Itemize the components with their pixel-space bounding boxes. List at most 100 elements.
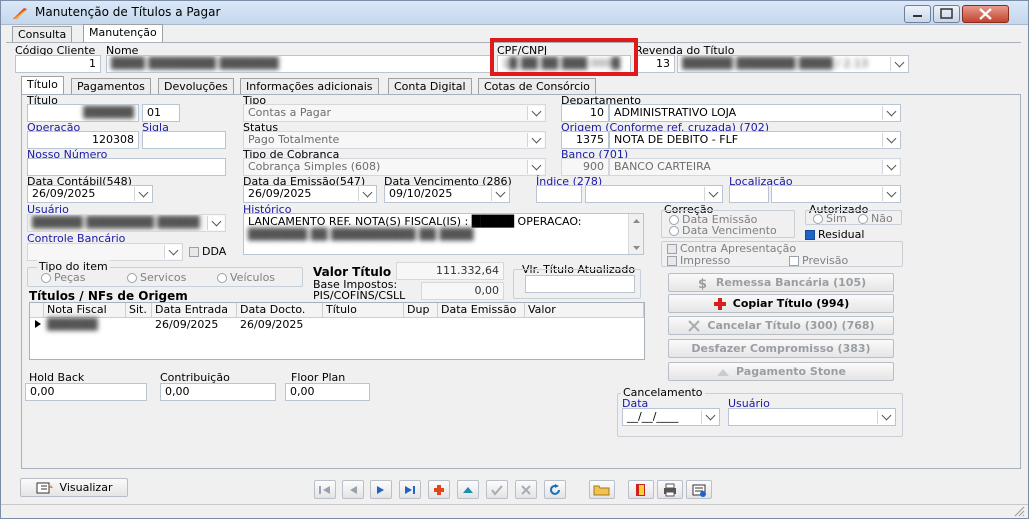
previsao-checkbox[interactable]: Previsão (789, 254, 848, 267)
tab-titulo[interactable]: Título (21, 76, 64, 95)
col-nota-fiscal[interactable]: Nota Fiscal (44, 303, 126, 318)
report-button[interactable] (686, 480, 712, 499)
codigo-cliente-field[interactable]: 1 (15, 55, 101, 73)
cancelamento-data-field[interactable]: __/__/____ (622, 408, 720, 426)
nome-field[interactable]: ████ ████████ ███████ (106, 55, 491, 73)
tipo-cobranca-select[interactable]: Cobrança Simples (608) (243, 158, 546, 176)
titulo-seq-field[interactable]: 01 (142, 104, 180, 122)
tab-informacoes-adicionais[interactable]: Informações adicionais (240, 78, 379, 95)
refresh-button[interactable] (544, 480, 566, 499)
col-titulo[interactable]: Título (323, 303, 404, 318)
cancelamento-usuario-select[interactable] (728, 408, 896, 426)
localizacao-select[interactable] (771, 185, 901, 203)
app-icon (13, 8, 27, 20)
tab-cotas-consorcio[interactable]: Cotas de Consórcio (478, 78, 596, 95)
exit-button[interactable] (628, 480, 654, 499)
origem-select[interactable]: NOTA DE DEBITO - FLF (609, 131, 901, 149)
post-record-button[interactable] (486, 480, 508, 499)
autorizado-nao-radio[interactable]: Não (858, 212, 893, 225)
historico-textarea[interactable]: LANCAMENTO REF. NOTA(S) FISCAL(IS) : ███… (243, 213, 644, 255)
chevron-down-icon (882, 187, 899, 201)
residual-checkbox[interactable]: Residual (805, 228, 864, 241)
correcao-data-vencimento-radio[interactable]: Data Vencimento (669, 224, 777, 237)
col-data-emissao[interactable]: Data Emissão (438, 303, 525, 318)
visualizar-button[interactable]: Visualizar (20, 478, 128, 497)
prev-record-button[interactable] (342, 480, 364, 499)
floor-plan-field[interactable]: 0,00 (285, 383, 370, 401)
checkbox-icon (189, 247, 199, 257)
col-dup[interactable]: Dup (404, 303, 438, 318)
edit-record-button[interactable] (457, 480, 479, 499)
insert-record-button[interactable] (428, 480, 450, 499)
copiar-titulo-button[interactable]: Copiar Título (994) (668, 294, 894, 313)
usuario-select[interactable]: ██████ ████████ █████ (27, 214, 226, 232)
data-contabil-field[interactable]: 26/09/2025 (27, 185, 153, 203)
hold-back-field[interactable]: 0,00 (25, 383, 147, 401)
origem-code-field[interactable]: 1375 (561, 131, 609, 149)
remessa-bancaria-button[interactable]: $ Remessa Bancária (105) (668, 273, 894, 292)
open-folder-button[interactable] (589, 480, 615, 499)
tab-conta-digital[interactable]: Conta Digital (388, 78, 472, 95)
impresso-checkbox[interactable]: Impresso (667, 254, 730, 267)
window-title: Manutenção de Títulos a Pagar (35, 5, 221, 19)
col-data-docto[interactable]: Data Docto. (237, 303, 323, 318)
autorizado-sim-radio[interactable]: Sim (813, 212, 847, 225)
col-sit[interactable]: Sit. (126, 303, 152, 318)
revenda-code-field[interactable]: 13 (635, 55, 675, 73)
nfs-origem-grid[interactable]: Nota Fiscal Sit. Data Entrada Data Docto… (29, 302, 645, 360)
veiculos-radio[interactable]: Veículos (217, 271, 275, 284)
grid-indicator-header (30, 303, 44, 318)
tab-consulta[interactable]: Consulta (12, 26, 73, 43)
resize-grip-icon[interactable] (1012, 505, 1026, 517)
valor-titulo-field[interactable]: 111.332,64 (396, 262, 504, 280)
desfazer-compromisso-button[interactable]: Desfazer Compromisso (383) (668, 339, 894, 358)
operacao-field[interactable]: 120308 (27, 131, 139, 149)
base-impostos-field[interactable]: 0,00 (421, 282, 504, 300)
scroll-arrows-icon (633, 219, 640, 250)
revenda-select[interactable]: ██████ ███████ ████ / 2.13 (677, 55, 909, 73)
nosso-numero-field[interactable] (27, 158, 226, 176)
titulo-numero-field[interactable]: ██████ (27, 104, 139, 122)
next-record-button[interactable] (370, 480, 392, 499)
sigla-field[interactable] (142, 131, 226, 149)
servicos-radio[interactable]: Servicos (127, 271, 186, 284)
indice-code-field[interactable] (536, 185, 582, 203)
indice-select[interactable] (585, 185, 723, 203)
minimize-button[interactable] (904, 5, 931, 23)
radio-icon (858, 214, 868, 224)
departamento-code-field[interactable]: 10 (561, 104, 609, 122)
col-data-entrada[interactable]: Data Entrada (152, 303, 237, 318)
tipo-select[interactable]: Contas a Pagar (243, 104, 546, 122)
col-valor[interactable]: Valor (525, 303, 644, 318)
chevron-down-icon (882, 133, 899, 147)
cell-data-entrada[interactable]: 26/09/2025 (152, 318, 237, 333)
contribuicao-field[interactable]: 0,00 (160, 383, 276, 401)
svg-text:$: $ (698, 277, 707, 290)
dda-checkbox[interactable]: DDA (189, 245, 226, 258)
status-select[interactable]: Pago Totalmente (243, 131, 546, 149)
pagamento-stone-button[interactable]: Pagamento Stone (668, 362, 894, 381)
tab-pagamentos[interactable]: Pagamentos (71, 78, 151, 95)
chevron-down-icon (527, 106, 544, 120)
banco-code-field[interactable]: 900 (561, 158, 609, 176)
cancelar-titulo-button[interactable]: Cancelar Título (300) (768) (668, 316, 894, 335)
maximize-button[interactable] (933, 5, 960, 23)
controle-bancario-select[interactable] (27, 243, 183, 261)
print-button[interactable] (657, 480, 683, 499)
cell-data-docto[interactable]: 26/09/2025 (237, 318, 323, 333)
first-record-button[interactable] (314, 480, 336, 499)
pecas-radio[interactable]: Peças (41, 271, 86, 284)
radio-icon (41, 273, 51, 283)
localizacao-code-field[interactable] (729, 185, 769, 203)
cancel-record-button[interactable] (515, 480, 537, 499)
last-record-button[interactable] (399, 480, 421, 499)
historico-scrollbar[interactable] (628, 214, 643, 254)
close-button[interactable] (962, 5, 1009, 23)
tab-devolucoes[interactable]: Devoluções (158, 78, 234, 95)
tab-manutencao[interactable]: Manutenção (83, 24, 163, 43)
data-vencimento-field[interactable]: 09/10/2025 (384, 185, 510, 203)
departamento-select[interactable]: ADMINISTRATIVO LOJA (609, 104, 901, 122)
data-emissao-field[interactable]: 26/09/2025 (243, 185, 377, 203)
banco-select[interactable]: BANCO CARTEIRA (609, 158, 901, 176)
cell-nota-fiscal[interactable]: ██████ (44, 318, 126, 333)
